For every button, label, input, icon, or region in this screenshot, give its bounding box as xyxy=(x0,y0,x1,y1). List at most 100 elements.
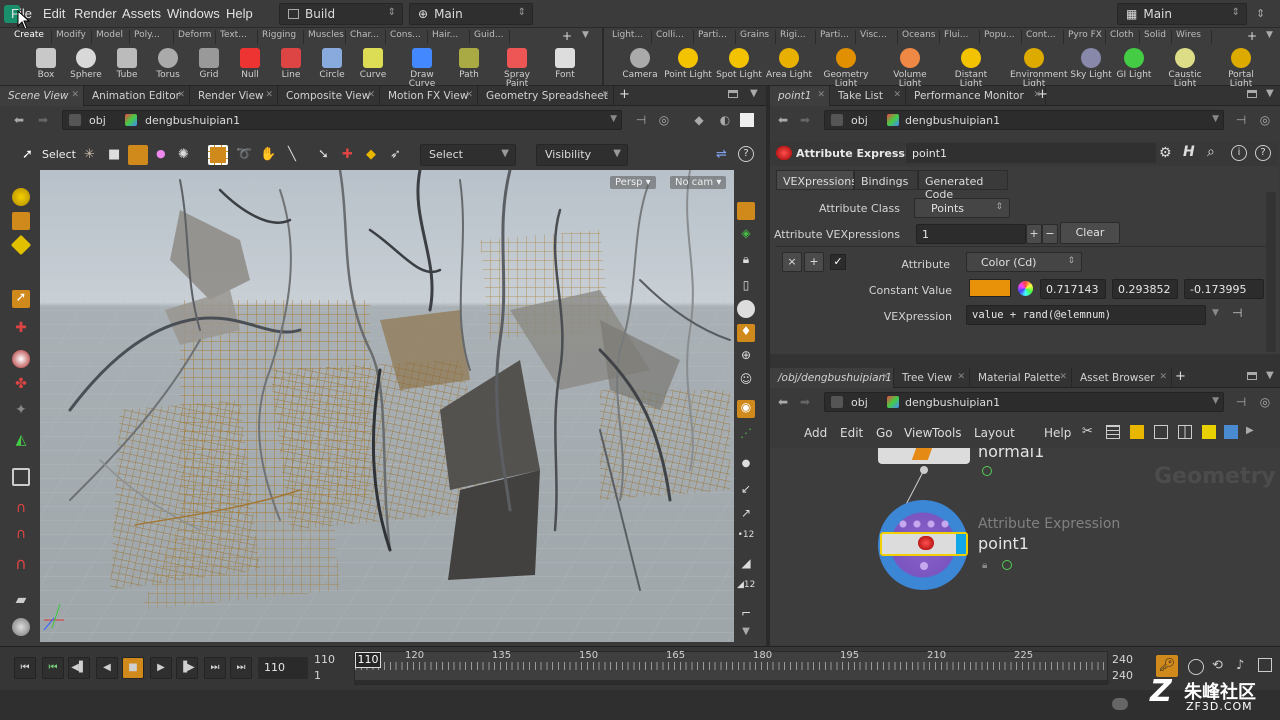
menu-windows[interactable]: Windows xyxy=(167,6,220,21)
left-add-tab-button[interactable]: + xyxy=(619,87,630,102)
desktop-dropdown[interactable]: Build ⇕ xyxy=(279,3,403,25)
shelf-tab-6[interactable]: Rigging xyxy=(258,30,304,44)
shelf-menu-arrow-icon[interactable]: ▼ xyxy=(582,30,589,40)
figure-icon[interactable]: ☺ xyxy=(737,372,755,390)
handle-tool-icon[interactable] xyxy=(12,188,30,206)
shelf-right-tab-14[interactable]: Wires xyxy=(1172,30,1212,44)
end-sub-label[interactable]: 240 xyxy=(1112,669,1133,682)
shelf-right-tab-0[interactable]: Light... xyxy=(608,30,652,44)
rotate-tool-icon[interactable] xyxy=(10,234,32,256)
shelf-right-tab-5[interactable]: Parti... xyxy=(816,30,856,44)
rb-tab-1[interactable]: Tree View ✕ xyxy=(894,368,970,388)
left-path-field[interactable]: obj dengbushuipian1 ▼ xyxy=(62,110,622,130)
menu-help[interactable]: Help xyxy=(226,6,253,21)
point-node-flag-icon[interactable] xyxy=(1002,560,1012,570)
visibility-dropdown[interactable]: Visibility ▼ xyxy=(536,144,628,166)
shelf-right-tab-2[interactable]: Parti... xyxy=(694,30,736,44)
constant-color-swatch[interactable] xyxy=(969,279,1011,297)
path-obj[interactable]: obj xyxy=(851,396,868,409)
network-menu-view[interactable]: View xyxy=(904,426,932,440)
shelf-menu-arrow-icon-right[interactable]: ▼ xyxy=(1266,30,1273,40)
tool-spray-paint[interactable]: Spray Paint xyxy=(493,46,541,89)
shelf-right-tab-13[interactable]: Solid xyxy=(1140,30,1172,44)
shelf-right-tab-9[interactable]: Popu... xyxy=(980,30,1022,44)
close-icon[interactable]: ✕ xyxy=(177,90,185,100)
remove-vexpression-button[interactable]: − xyxy=(1042,224,1058,244)
back-arrow-icon[interactable]: ⬅ xyxy=(776,113,790,127)
rt-tab-2[interactable]: Performance Monitor ✕ xyxy=(906,86,1046,106)
menu-dropdown-arrow-icon[interactable]: ⇕ xyxy=(1256,7,1265,20)
jump-end-button[interactable]: ⏭ xyxy=(230,657,252,679)
param-scrollbar[interactable] xyxy=(1266,192,1276,352)
scale-tool-icon[interactable]: ✦ xyxy=(12,402,30,420)
light-bulb-icon[interactable]: ♦ xyxy=(737,324,755,342)
back-arrow-icon[interactable]: ⬅ xyxy=(12,113,26,127)
constant-b-field[interactable]: -0.173995 xyxy=(1184,279,1264,299)
dot-icon[interactable]: ● xyxy=(737,458,755,476)
vexpressions-count-field[interactable]: 1 xyxy=(916,224,1026,244)
more-arrow-icon[interactable]: ▶ xyxy=(1246,425,1254,436)
tool-geometry-light[interactable]: Geometry Light xyxy=(822,46,870,89)
close-icon[interactable]: ✕ xyxy=(601,90,609,100)
tool-font[interactable]: Font xyxy=(541,46,589,84)
grid-view-icon[interactable] xyxy=(1130,425,1144,439)
menu-assets[interactable]: Assets xyxy=(122,6,161,21)
step-forward-button[interactable]: ▐▶ xyxy=(176,657,198,679)
rb-pane-menu-icon[interactable]: ▼ xyxy=(1266,370,1274,381)
box-select-icon[interactable] xyxy=(208,145,228,165)
shelf-tab-7[interactable]: Muscles xyxy=(304,30,346,44)
current-frame-field[interactable]: 110 xyxy=(258,657,308,679)
timeline-scroll[interactable] xyxy=(355,680,1109,684)
menu-render[interactable]: Render xyxy=(74,6,117,21)
shelf-tab-4[interactable]: Deform xyxy=(174,30,216,44)
tool-spot-light[interactable]: Spot Light xyxy=(715,46,763,84)
tool-curve[interactable]: Curve xyxy=(349,46,397,84)
left-pane-max-icon[interactable] xyxy=(728,90,738,98)
display-tool-icon[interactable] xyxy=(737,202,755,220)
pick-icon[interactable]: ➘ xyxy=(318,147,329,162)
lasso-icon[interactable]: ➰ xyxy=(236,147,252,162)
playhead-marker[interactable]: 110 xyxy=(355,652,381,668)
tool-volume-light[interactable]: Volume Light xyxy=(886,46,934,89)
color-wheel-icon[interactable] xyxy=(1018,281,1033,296)
prim-number-icon[interactable]: ◢ xyxy=(737,556,755,574)
context-dropdown[interactable]: ⊕ Main ⇕ xyxy=(409,3,533,25)
display-options-icon[interactable]: ⇌ xyxy=(716,147,727,162)
vexpression-menu-icon[interactable]: ▼ xyxy=(1212,308,1219,318)
vector-icon[interactable]: ↗ xyxy=(737,506,755,524)
pose-tool-icon[interactable]: ✤ xyxy=(12,376,30,394)
tool-point-light[interactable]: Point Light xyxy=(664,46,712,84)
object-select-icon[interactable]: ✳ xyxy=(84,147,95,162)
laser-select-icon[interactable]: ╲ xyxy=(288,147,296,162)
edge-select-icon[interactable]: ● xyxy=(156,147,166,160)
primitive-select-icon[interactable]: ✺ xyxy=(178,147,189,162)
point-node-output-dot[interactable] xyxy=(920,562,928,570)
shelf-right-tab-12[interactable]: Cloth xyxy=(1106,30,1140,44)
point-node-blue-flag[interactable] xyxy=(956,534,966,554)
list-icon[interactable] xyxy=(1106,425,1120,439)
shelf-tab-10[interactable]: Hair... xyxy=(428,30,470,44)
pin-icon[interactable]: ⊣ xyxy=(1234,113,1248,127)
gear-icon[interactable]: ⚙ xyxy=(1159,145,1172,161)
snap-tool-icon[interactable]: ∩ xyxy=(12,526,30,544)
realtime-icon[interactable] xyxy=(1188,659,1204,675)
node-name-field[interactable]: point1 xyxy=(906,143,1156,163)
path-geo[interactable]: dengbushuipian1 xyxy=(905,114,1000,127)
pin-icon[interactable]: ⊣ xyxy=(1234,395,1248,409)
horizontal-splitter[interactable] xyxy=(770,354,1280,368)
tool-camera[interactable]: Camera xyxy=(616,46,664,84)
view-tool-icon[interactable] xyxy=(12,468,30,486)
close-icon[interactable]: ✕ xyxy=(1059,372,1067,382)
shelf-right-tab-1[interactable]: Colli... xyxy=(652,30,694,44)
tool-environment-light[interactable]: Environment Light xyxy=(1010,46,1067,89)
light-toggle-icon[interactable] xyxy=(737,300,755,318)
cam-icon[interactable]: ⊕ xyxy=(737,348,755,366)
path-dropdown-icon[interactable]: ▼ xyxy=(1212,396,1219,406)
select-mode-dropdown[interactable]: Select ▼ xyxy=(420,144,516,166)
vexpression-field[interactable]: value + rand(@elemnum) xyxy=(966,305,1206,325)
group-select-icon[interactable]: ✚ xyxy=(342,147,353,162)
path-dropdown-icon[interactable]: ▼ xyxy=(1212,114,1219,124)
stop-button[interactable]: ■ xyxy=(122,657,144,679)
tool-distant-light[interactable]: Distant Light xyxy=(947,46,995,89)
start-sub-label[interactable]: 1 xyxy=(314,669,321,682)
